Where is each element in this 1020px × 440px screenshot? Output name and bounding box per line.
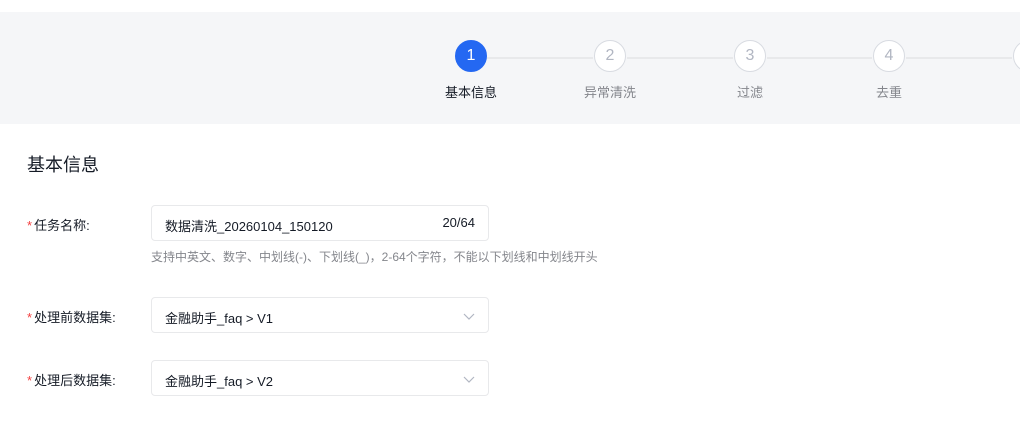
task-name-input[interactable]: 数据清洗_20260104_150120 20/64 [151, 205, 489, 241]
task-name-label: * 任务名称: [27, 215, 90, 234]
required-mark: * [27, 310, 33, 325]
step-progress: 1 基本信息 2 异常清洗 3 过滤 4 去重 5 去 [0, 12, 1020, 124]
step-next-partial[interactable]: 5 去 [994, 40, 1020, 101]
target-dataset-label-text: 处理后数据集: [34, 373, 116, 388]
step-dedup[interactable]: 4 去重 [854, 40, 924, 101]
chevron-down-icon [463, 376, 475, 383]
step-filter[interactable]: 3 过滤 [715, 40, 785, 101]
required-mark: * [27, 373, 33, 388]
source-dataset-label: * 处理前数据集: [27, 307, 116, 326]
top-strip [0, 0, 1020, 12]
step-basic-info[interactable]: 1 基本信息 [436, 40, 506, 101]
step-label: 过滤 [736, 85, 763, 100]
target-dataset-value: 金融助手_faq > V2 [165, 374, 274, 389]
target-dataset-select[interactable]: 金融助手_faq > V2 [151, 360, 489, 396]
source-dataset-select[interactable]: 金融助手_faq > V1 [151, 297, 489, 333]
basic-info-card: 基本信息 * 任务名称: 数据清洗_20260104_150120 20/64 支… [0, 124, 1020, 440]
task-name-hint: 支持中英文、数字、中划线(-)、下划线(_)，2-64个字符，不能以下划线和中划… [151, 250, 598, 264]
step-number-badge: 3 [734, 40, 766, 72]
step-number-badge: 2 [594, 40, 626, 72]
section-title: 基本信息 [27, 155, 99, 175]
step-label: 基本信息 [444, 85, 497, 100]
step-label: 异常清洗 [583, 85, 636, 100]
char-counter: 20/64 [442, 215, 475, 230]
step-label: 去重 [875, 85, 902, 100]
step-number-badge: 1 [455, 40, 487, 72]
source-dataset-value: 金融助手_faq > V1 [165, 311, 274, 326]
step-anomaly-cleaning[interactable]: 2 异常清洗 [575, 40, 645, 101]
task-name-value: 数据清洗_20260104_150120 [165, 219, 333, 234]
step-number-badge: 4 [873, 40, 905, 72]
source-dataset-label-text: 处理前数据集: [34, 310, 116, 325]
chevron-down-icon [463, 313, 475, 320]
target-dataset-label: * 处理后数据集: [27, 370, 116, 389]
step-number-badge: 5 [1013, 40, 1020, 72]
required-mark: * [27, 218, 33, 233]
task-name-label-text: 任务名称: [34, 218, 90, 233]
step-label: 去 [994, 82, 1020, 101]
